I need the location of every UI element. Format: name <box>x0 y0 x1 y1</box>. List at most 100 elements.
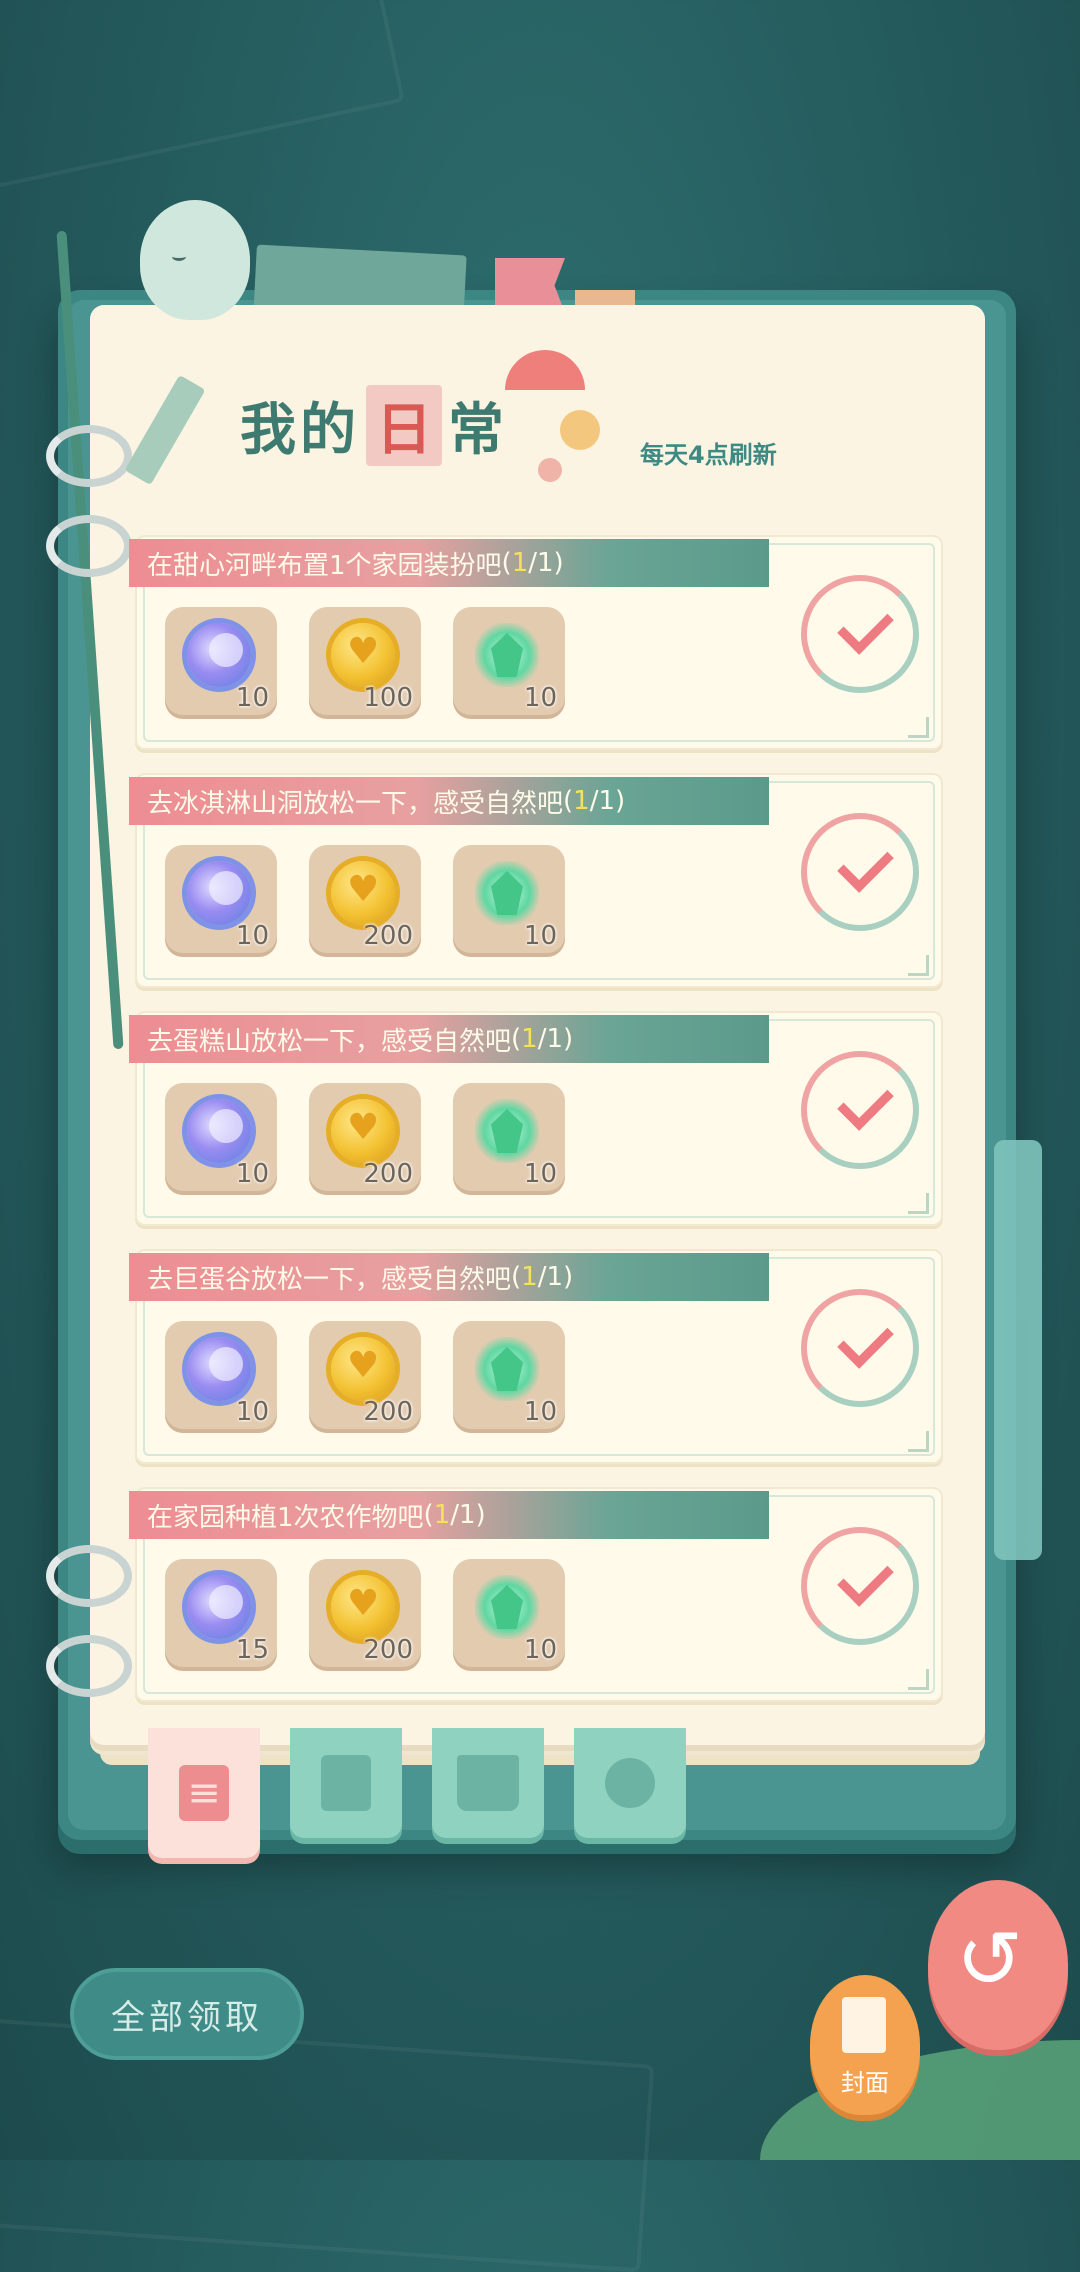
progress-rest: /1) <box>528 548 564 578</box>
reward-count: 15 <box>235 1635 269 1665</box>
reward-count: 200 <box>363 1159 413 1189</box>
reward-count: 10 <box>523 1635 557 1665</box>
gold-coin-icon <box>331 1575 395 1639</box>
progress-open: ( <box>511 1262 522 1292</box>
reward-row: 10 200 10 <box>165 1321 565 1433</box>
progress-rest: /1) <box>450 1500 486 1530</box>
task-banner: 在家园种植1次农作物吧 (1/1) <box>129 1491 769 1539</box>
reward-slot[interactable]: 10 <box>165 1083 277 1195</box>
reward-count: 10 <box>235 921 269 951</box>
progress-done: 1 <box>521 1024 538 1054</box>
progress-done: 1 <box>521 1262 538 1292</box>
reward-count: 200 <box>363 1635 413 1665</box>
reward-row: 10 200 10 <box>165 1083 565 1195</box>
corner-mark <box>908 1669 929 1690</box>
reward-slot[interactable]: 10 <box>453 607 565 719</box>
tab-daily[interactable] <box>148 1728 260 1858</box>
reward-slot[interactable]: 10 <box>453 1083 565 1195</box>
task-progress: (1/1) <box>502 548 564 578</box>
completed-check-icon <box>801 575 919 693</box>
task-title: 去蛋糕山放松一下，感受自然吧 <box>147 1026 512 1057</box>
reward-count: 10 <box>523 921 557 951</box>
task-banner: 去冰淇淋山洞放松一下，感受自然吧 (1/1) <box>129 777 769 825</box>
binder-ring <box>46 1545 132 1607</box>
binder-ring <box>46 1635 132 1697</box>
task-title: 在甜心河畔布置1个家园装扮吧 <box>147 550 502 581</box>
reward-count: 10 <box>235 683 269 713</box>
reward-slot[interactable]: 200 <box>309 1321 421 1433</box>
corner-mark <box>908 1193 929 1214</box>
reward-count: 200 <box>363 1397 413 1427</box>
binder-ring <box>46 425 132 487</box>
reward-slot[interactable]: 200 <box>309 1083 421 1195</box>
reward-slot[interactable]: 10 <box>165 607 277 719</box>
reward-slot[interactable]: 10 <box>165 1321 277 1433</box>
progress-rest: /1) <box>589 786 626 816</box>
sleeping-bud-icon <box>140 200 250 320</box>
reward-count: 10 <box>523 683 557 713</box>
task-card: 去冰淇淋山洞放松一下，感受自然吧(1/1) 10 200 10 <box>129 773 943 988</box>
moon-crystal-icon <box>187 1099 251 1163</box>
reward-slot[interactable]: 10 <box>453 1321 565 1433</box>
reward-slot[interactable]: 10 <box>453 845 565 957</box>
reward-row: 10 200 10 <box>165 845 565 957</box>
task-progress: (1/1) <box>511 1262 573 1292</box>
moon-crystal-icon <box>187 1337 251 1401</box>
task-card: 去巨蛋谷放松一下，感受自然吧(1/1) 10 200 10 <box>129 1249 943 1464</box>
daily-list-icon <box>179 1765 229 1821</box>
return-arrow-icon: ↺ <box>956 1913 1024 2006</box>
green-gem-icon <box>475 1099 539 1163</box>
task-card: 在甜心河畔布置1个家园装扮吧(1/1) 10 100 10 <box>129 535 943 750</box>
cover-button[interactable]: 封面 <box>810 1975 920 2115</box>
reward-count: 200 <box>363 921 413 951</box>
reward-count: 100 <box>363 683 413 713</box>
reward-count: 10 <box>235 1159 269 1189</box>
reward-slot[interactable]: 200 <box>309 1559 421 1671</box>
moon-crystal-icon <box>187 861 251 925</box>
task-banner: 在甜心河畔布置1个家园装扮吧 (1/1) <box>129 539 769 587</box>
task-progress: (1/1) <box>511 1024 573 1054</box>
task-title: 去巨蛋谷放松一下，感受自然吧 <box>147 1264 512 1295</box>
side-washi-tape <box>994 1140 1042 1560</box>
task-banner: 去蛋糕山放松一下，感受自然吧 (1/1) <box>129 1015 769 1063</box>
corner-mark <box>908 1431 929 1452</box>
reward-count: 10 <box>523 1159 557 1189</box>
corner-mark <box>908 955 929 976</box>
progress-open: ( <box>501 548 512 578</box>
completed-check-icon <box>801 813 919 931</box>
task-title: 去冰淇淋山洞放松一下，感受自然吧 <box>147 788 564 819</box>
progress-done: 1 <box>433 1500 451 1530</box>
completed-check-icon <box>801 1527 919 1645</box>
progress-done: 1 <box>573 786 590 816</box>
progress-rest: /1) <box>537 1262 574 1292</box>
gold-coin-icon <box>331 1337 395 1401</box>
reward-row: 15 200 10 <box>165 1559 565 1671</box>
moon-crystal-icon <box>187 1575 251 1639</box>
title-highlight: 日 <box>366 384 442 466</box>
claim-all-button[interactable]: 全部领取 <box>70 1968 304 2060</box>
tab-photos[interactable] <box>290 1728 402 1838</box>
reward-count: 10 <box>523 1397 557 1427</box>
green-gem-icon <box>475 1575 539 1639</box>
reward-slot[interactable]: 10 <box>165 845 277 957</box>
reward-slot[interactable]: 15 <box>165 1559 277 1671</box>
title-part-1: 我的 <box>240 397 360 463</box>
reward-count: 10 <box>235 1397 269 1427</box>
tab-book[interactable] <box>432 1728 544 1838</box>
reward-row: 10 100 10 <box>165 607 565 719</box>
green-gem-icon <box>475 623 539 687</box>
progress-open: ( <box>423 1500 434 1530</box>
tab-medals[interactable] <box>574 1728 686 1838</box>
reward-slot[interactable]: 10 <box>453 1559 565 1671</box>
cover-book-icon <box>842 1997 886 2053</box>
reward-slot[interactable]: 100 <box>309 607 421 719</box>
background-frame-shape <box>0 0 405 191</box>
progress-done: 1 <box>511 548 529 578</box>
green-gem-icon <box>475 1337 539 1401</box>
completed-check-icon <box>801 1051 919 1169</box>
open-book-icon <box>457 1755 519 1811</box>
reward-slot[interactable]: 200 <box>309 845 421 957</box>
completed-check-icon <box>801 1289 919 1407</box>
gold-coin-icon <box>331 623 395 687</box>
back-button[interactable]: ↺ <box>928 1880 1068 2050</box>
